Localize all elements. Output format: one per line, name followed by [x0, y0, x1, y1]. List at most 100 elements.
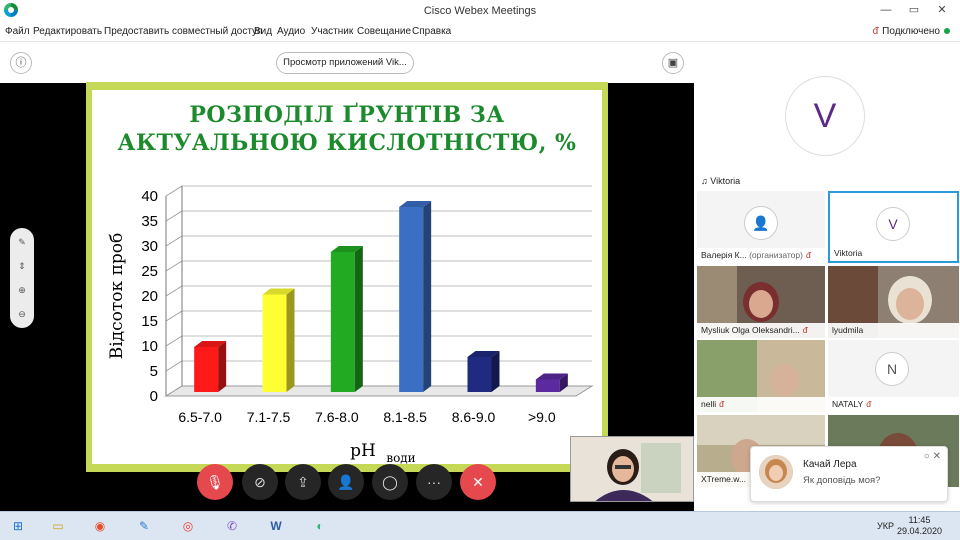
participant-label: Viktoria [830, 246, 957, 261]
bar-side [491, 351, 500, 392]
bar-side [218, 341, 227, 392]
participant-tile[interactable]: 👤 Валерія К... (организатор) ᵭ [697, 191, 825, 263]
zoom-out-icon[interactable]: ⊖ [14, 306, 30, 322]
menu-help[interactable]: Справка [412, 26, 451, 37]
menu-audio[interactable]: Аудио [277, 26, 305, 37]
signal-icon: ᵭ [872, 26, 879, 37]
x-tick-label: 8.1-8.5 [383, 409, 427, 425]
bar [467, 357, 492, 392]
participant-panel: V ♫ Viktoria 👤 Валерія К... (организатор… [695, 43, 960, 511]
maximize-button[interactable]: ▭ [900, 2, 928, 18]
y-tick-label: 10 [141, 338, 158, 355]
share-button[interactable]: ⇪ [285, 464, 321, 500]
audio-icon: ♫ [701, 176, 711, 186]
participant-label: NATALY ᵭ [828, 397, 959, 412]
slide-content: РОЗПОДІЛ ҐРУНТІВ ЗА АКТУАЛЬНОЮ КИСЛОТНІС… [92, 90, 602, 464]
layout-toggle-button[interactable]: ▣ [662, 52, 684, 74]
menu-bar: Файл Редактировать Предоставить совместн… [0, 22, 960, 42]
y-tick-label: 20 [141, 288, 158, 305]
x-tick-label: 7.1-7.5 [247, 409, 291, 425]
annotate-icon[interactable]: ✎ [14, 234, 30, 250]
more-button[interactable]: ··· [416, 464, 452, 500]
menu-share[interactable]: Предоставить совместный доступ [104, 26, 262, 37]
bar [535, 379, 560, 392]
chat-button[interactable]: ◯ [372, 464, 408, 500]
bar-side [354, 246, 363, 392]
self-view-video[interactable] [570, 436, 694, 502]
participant-tile[interactable]: Mysliuk Olga Oleksandri... ᵭ [697, 266, 825, 338]
connected-dot-icon [944, 28, 950, 35]
chat-message: Як доповідь моя? [803, 475, 881, 486]
info-button[interactable]: ⓘ [10, 52, 32, 74]
bar [330, 252, 355, 392]
participant-avatar: N [875, 352, 909, 386]
participants-icon: 👤 [337, 474, 355, 490]
viber-icon[interactable]: ✆ [220, 515, 244, 537]
menu-file[interactable]: Файл [5, 26, 30, 37]
menu-edit[interactable]: Редактировать [33, 26, 102, 37]
view-application-pill[interactable]: Просмотр приложений Vik... [276, 52, 414, 74]
bar [194, 347, 219, 392]
bar-side [286, 288, 295, 392]
muted-icon: ᵭ [866, 399, 871, 409]
bar-chart: 0 5 10 15 20 25 30 35 40 6.5-7.0 7.1-7.5 7.6-8.0 8.1… [107, 185, 594, 464]
word-icon[interactable]: W [264, 515, 288, 537]
chat-notification[interactable]: Качай Лера Як доповідь моя? ○ ✕ [750, 446, 948, 502]
file-explorer-icon[interactable]: ▭ [46, 515, 70, 537]
music-app-icon[interactable]: ◉ [88, 515, 112, 537]
leave-meeting-button[interactable]: ✕ [460, 464, 496, 500]
close-window-button[interactable]: ✕ [928, 2, 956, 18]
participant-tile[interactable]: V Viktoria [828, 191, 959, 263]
participant-label: Mysliuk Olga Oleksandri... ᵭ [697, 323, 825, 338]
y-tick-label: 40 [141, 188, 158, 205]
y-tick-label: 35 [141, 213, 158, 230]
y-axis-label: Відсоток проб [107, 233, 127, 360]
mic-muted-icon: 🎙 [206, 474, 224, 490]
participant-tile[interactable]: nelli ᵭ [697, 340, 825, 412]
clock[interactable]: 11:45 29.04.2020 [897, 515, 942, 537]
language-indicator[interactable]: УКР [877, 521, 894, 531]
zoom-toolbar: ✎ ⇕ ⊕ ⊖ [10, 228, 34, 328]
camera-off-icon: ⊘ [254, 474, 266, 490]
menu-participant[interactable]: Участник [311, 26, 353, 37]
clock-time: 11:45 [908, 515, 931, 525]
participant-tile[interactable]: lyudmila [828, 266, 959, 338]
mute-button[interactable]: 🎙 [197, 464, 233, 500]
window-title: Cisco Webex Meetings [423, 5, 537, 17]
menu-meeting[interactable]: Совещание [357, 26, 411, 37]
participant-label: Валерія К... (организатор) ᵭ [697, 248, 825, 263]
sender-name: Качай Лера [803, 459, 857, 470]
participants-button[interactable]: 👤 [328, 464, 364, 500]
active-speaker-avatar[interactable]: V [785, 76, 865, 156]
grid-line [165, 260, 183, 272]
pan-icon[interactable]: ⇕ [14, 258, 30, 274]
bar-side [423, 201, 432, 392]
muted-icon: ᵭ [802, 325, 808, 335]
share-toolbar: ⓘ Просмотр приложений Vik... ▣ [0, 43, 694, 83]
menu-view[interactable]: Вид [254, 26, 272, 37]
participant-tile[interactable]: N NATALY ᵭ [828, 340, 959, 412]
video-button[interactable]: ⊘ [242, 464, 278, 500]
start-icon[interactable]: ⊞ [6, 515, 30, 537]
self-view-image [571, 437, 693, 501]
zoom-in-icon[interactable]: ⊕ [14, 282, 30, 298]
webex-taskbar-icon[interactable]: ◐ [308, 515, 332, 537]
title-bar: Cisco Webex Meetings — ▭ ✕ [0, 0, 960, 22]
grid-line [165, 335, 183, 347]
connection-label: Подключено [882, 26, 940, 37]
chrome-icon[interactable]: ◎ [176, 515, 200, 537]
x-tick-label: >9.0 [528, 409, 556, 425]
participant-label: lyudmila [828, 323, 959, 338]
active-speaker-name: ♫ Viktoria [701, 176, 741, 186]
participant-label: nelli ᵭ [697, 397, 825, 412]
paint-icon[interactable]: ✎ [132, 515, 156, 537]
y-tick-label: 0 [150, 388, 158, 405]
y-tick-label: 30 [141, 238, 158, 255]
grid-line [165, 235, 183, 247]
y-tick-label: 5 [150, 363, 158, 380]
minimize-button[interactable]: — [872, 2, 900, 18]
x-tick-label: 7.6-8.0 [315, 409, 359, 425]
participant-avatar: V [876, 207, 910, 241]
chat-close-icon[interactable]: ○ ✕ [924, 451, 941, 462]
connection-status[interactable]: ᵭ Подключено [873, 26, 950, 37]
